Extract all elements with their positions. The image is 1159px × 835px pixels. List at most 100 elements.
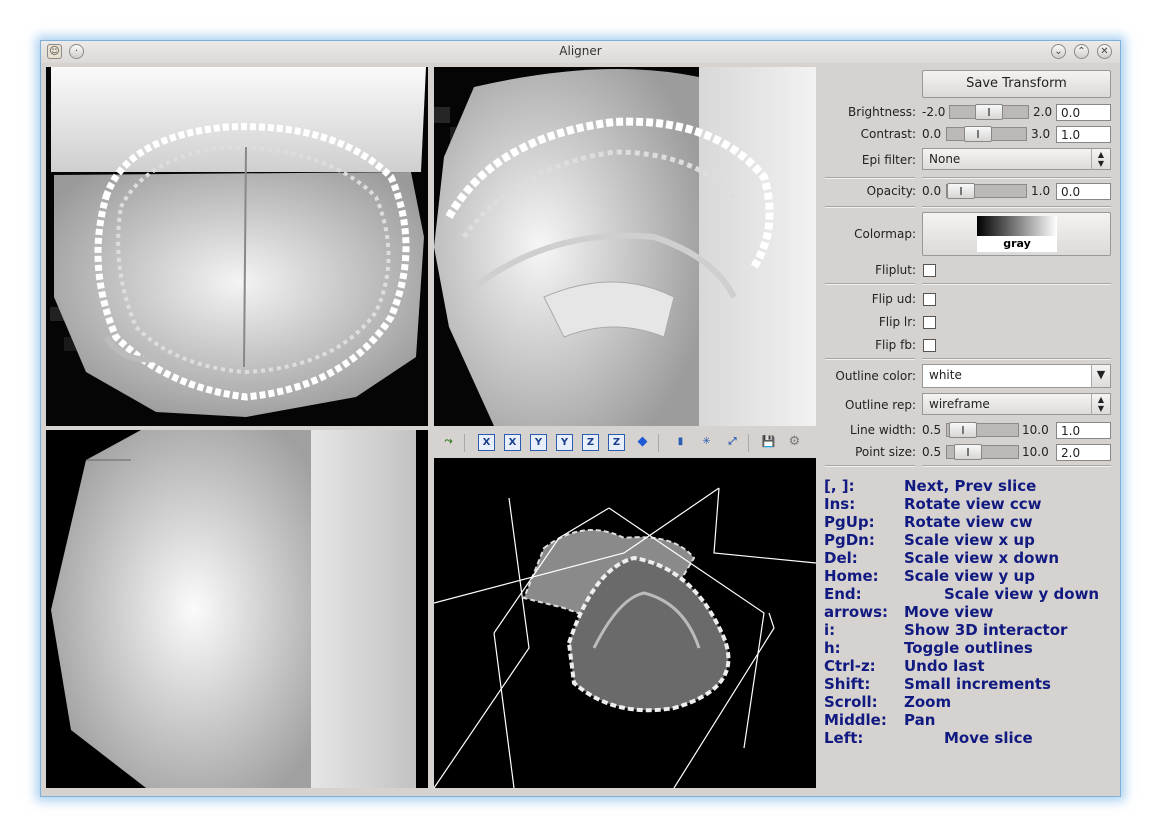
divider <box>825 358 915 360</box>
3d-view-toolbar: ⤳ X X Y Y Z Z ◆ ▮ ✳ ⤢ 💾 ⚙ <box>434 430 816 456</box>
help-desc: Pan <box>904 711 936 729</box>
opacity-slider[interactable] <box>946 183 1027 199</box>
contrast-slider[interactable] <box>946 126 1027 142</box>
divider <box>825 177 915 179</box>
minimize-icon[interactable]: ⌄ <box>1051 44 1066 59</box>
settings-gear-icon[interactable]: ⚙ <box>786 434 803 451</box>
control-panel: Save Transform Brightness: -2.0 2.0 0.0 … <box>821 67 1115 792</box>
help-key: Ctrl-z: <box>824 657 876 675</box>
epi-filter-value: None <box>929 152 961 166</box>
view-y-pos-button[interactable]: Y <box>530 434 547 451</box>
axial-view[interactable] <box>46 430 428 788</box>
contrast-min: 0.0 <box>922 127 942 141</box>
line-width-slider-thumb[interactable] <box>949 422 977 438</box>
help-desc: Rotate view ccw <box>904 495 1042 513</box>
divider <box>922 283 1111 285</box>
brightness-slider-thumb[interactable] <box>975 104 1003 120</box>
point-size-field[interactable]: 2.0 <box>1056 444 1111 461</box>
divider <box>922 358 1111 360</box>
help-desc: Scale view x up <box>904 531 1035 549</box>
colormap-preview: gray <box>977 216 1057 252</box>
contrast-max: 3.0 <box>1031 127 1051 141</box>
help-key: Scroll: <box>824 693 878 711</box>
fliplut-checkbox[interactable] <box>923 264 936 277</box>
close-icon[interactable]: ✕ <box>1097 44 1112 59</box>
save-transform-button[interactable]: Save Transform <box>922 70 1111 98</box>
fit-view-icon[interactable]: ⤢ <box>724 434 741 451</box>
flip-lr-label: Flip lr: <box>878 315 916 329</box>
line-width-max: 10.0 <box>1022 423 1049 437</box>
line-width-label: Line width: <box>850 423 916 437</box>
flip-ud-checkbox[interactable] <box>923 293 936 306</box>
epi-filter-select[interactable]: None ▲ ▼ <box>922 148 1111 170</box>
orientation-axes-icon[interactable]: ✳ <box>698 434 715 451</box>
isometric-cube-icon[interactable]: ◆ <box>634 434 651 451</box>
help-key: i: <box>824 621 836 639</box>
flip-fb-label: Flip fb: <box>875 338 916 352</box>
help-desc: Undo last <box>904 657 985 675</box>
help-key: Shift: <box>824 675 871 693</box>
help-desc: Small increments <box>904 675 1051 693</box>
view-y-neg-button[interactable]: Y <box>556 434 573 451</box>
outline-color-combobox[interactable]: white ▼ <box>922 364 1111 388</box>
title-bar[interactable]: ☺ · Aligner ⌄ ⌃ ✕ <box>41 41 1120 63</box>
toolbar-separator <box>748 434 749 452</box>
epi-filter-label: Epi filter: <box>861 153 916 167</box>
divider <box>825 465 915 467</box>
point-size-label: Point size: <box>855 445 916 459</box>
help-desc: Move view <box>904 603 994 621</box>
help-key: End: <box>824 585 862 603</box>
outline-color-value: white <box>929 368 962 382</box>
help-key: Home: <box>824 567 879 585</box>
help-desc: Move slice <box>944 729 1033 747</box>
contrast-field[interactable]: 1.0 <box>1056 126 1111 143</box>
colormap-button[interactable]: gray <box>922 212 1111 256</box>
parallel-projection-icon[interactable]: ▮ <box>672 434 689 451</box>
flip-fb-checkbox[interactable] <box>923 339 936 352</box>
help-key: Left: <box>824 729 864 747</box>
outline-color-label: Outline color: <box>835 369 916 383</box>
help-desc: Toggle outlines <box>904 639 1033 657</box>
opacity-label: Opacity: <box>866 184 916 198</box>
maximize-icon[interactable]: ⌃ <box>1074 44 1089 59</box>
point-size-slider[interactable] <box>946 444 1019 460</box>
toolbar-separator <box>658 434 659 452</box>
help-key: h: <box>824 639 841 657</box>
point-size-min: 0.5 <box>922 445 942 459</box>
axial-slice-image <box>46 430 428 788</box>
flip-lr-checkbox[interactable] <box>923 316 936 329</box>
brightness-slider[interactable] <box>949 104 1029 120</box>
colormap-gradient <box>977 216 1057 236</box>
fliplut-label: Fliplut: <box>875 263 916 277</box>
save-screenshot-icon[interactable]: 💾 <box>760 434 777 451</box>
opacity-max: 1.0 <box>1031 184 1051 198</box>
outline-rep-select[interactable]: wireframe ▲ ▼ <box>922 393 1111 415</box>
opacity-slider-thumb[interactable] <box>947 183 975 199</box>
sagittal-view[interactable] <box>434 67 816 426</box>
reset-interactor-icon[interactable]: ⤳ <box>440 434 457 451</box>
help-desc: Scale view x down <box>904 549 1060 567</box>
divider <box>825 206 915 208</box>
toolbar-separator <box>464 434 465 452</box>
help-key: [, ]: <box>824 477 855 495</box>
view-x-pos-button[interactable]: X <box>478 434 495 451</box>
divider <box>922 465 1111 467</box>
line-width-field[interactable]: 1.0 <box>1056 422 1111 439</box>
coronal-view[interactable] <box>46 67 428 426</box>
line-width-slider[interactable] <box>946 422 1019 438</box>
point-size-slider-thumb[interactable] <box>954 444 982 460</box>
view-x-neg-button[interactable]: X <box>504 434 521 451</box>
contrast-slider-thumb[interactable] <box>964 126 992 142</box>
help-desc: Zoom <box>904 693 952 711</box>
view-z-pos-button[interactable]: Z <box>582 434 599 451</box>
brightness-field[interactable]: 0.0 <box>1056 104 1111 121</box>
help-desc: Show 3D interactor <box>904 621 1068 639</box>
view-z-neg-button[interactable]: Z <box>608 434 625 451</box>
3d-view[interactable] <box>434 458 816 788</box>
colormap-label: Colormap: <box>854 227 916 241</box>
divider <box>922 177 1111 179</box>
chevron-down-icon[interactable]: ▼ <box>1091 365 1110 387</box>
help-key: PgDn: <box>824 531 875 549</box>
contrast-label: Contrast: <box>860 127 916 141</box>
opacity-field[interactable]: 0.0 <box>1056 183 1111 200</box>
